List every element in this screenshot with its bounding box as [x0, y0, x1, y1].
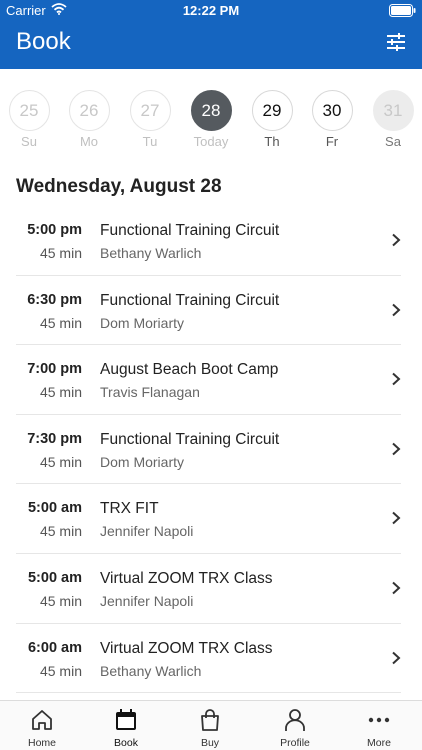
- class-name: Functional Training Circuit: [100, 222, 280, 239]
- day-number: 25: [8, 90, 50, 131]
- calendar-icon: [116, 709, 136, 730]
- class-time: 6:30 pm: [27, 291, 82, 308]
- status-bar: Carrier 12:22 PM: [0, 0, 422, 20]
- day-label: Tu: [142, 134, 158, 149]
- class-list: 5:00 pm 45 min Functional Training Circuit…: [0, 206, 422, 694]
- class-duration: 45 min: [39, 662, 82, 679]
- day-number: 26: [68, 90, 110, 131]
- day-number: 30: [311, 90, 353, 131]
- class-instructor: Bethany Warlich: [100, 662, 202, 679]
- day-th[interactable]: 29 Th: [249, 88, 295, 149]
- day-mo[interactable]: 26 Mo: [66, 88, 112, 149]
- class-time: 7:00 pm: [27, 361, 82, 378]
- tab-more[interactable]: More: [337, 707, 421, 749]
- class-time: 5:00 am: [27, 500, 82, 517]
- class-time: 5:00 pm: [27, 222, 82, 238]
- app-header: Carrier 12:22 PM Book: [0, 0, 422, 69]
- class-name: August Beach Boot Camp: [100, 361, 279, 379]
- day-label: Su: [21, 134, 37, 149]
- class-name: Virtual ZOOM TRX Class: [100, 569, 273, 587]
- day-number: 28: [190, 90, 232, 131]
- chevron-right-icon: [392, 442, 401, 456]
- tab-label: Book: [114, 737, 138, 749]
- tab-label: Buy: [200, 737, 220, 749]
- class-time: 7:30 pm: [27, 430, 82, 447]
- class-instructor: Dom Moriarty: [100, 314, 185, 331]
- day-label: Fr: [325, 134, 339, 149]
- class-duration: 45 min: [39, 245, 82, 261]
- class-instructor: Travis Flanagan: [100, 384, 200, 401]
- class-duration: 45 min: [39, 314, 82, 331]
- day-su[interactable]: 25 Su: [6, 88, 52, 149]
- day-number: 29: [251, 90, 293, 131]
- more-dots-icon: [368, 717, 390, 723]
- date-heading: Wednesday, August 28: [16, 176, 222, 197]
- class-row[interactable]: 5:00 pm 45 min Functional Training Circuit…: [16, 206, 401, 276]
- chevron-right-icon: [392, 233, 401, 247]
- day-label: Sa: [385, 134, 401, 149]
- chevron-right-icon: [392, 581, 401, 595]
- person-icon: [285, 709, 305, 731]
- week-selector: 25 Su 26 Mo 27 Tu 28 Today 29 Th 30 Fr 31 Sa: [0, 88, 422, 154]
- class-instructor: Jennifer Napoli: [100, 523, 194, 540]
- class-name: Functional Training Circuit: [100, 430, 280, 448]
- class-instructor: Bethany Warlich: [100, 245, 202, 261]
- class-instructor: Dom Moriarty: [100, 453, 185, 470]
- day-label: Mo: [79, 134, 99, 149]
- class-row[interactable]: 6:30 pm 45 min Functional Training Circuit…: [16, 276, 401, 346]
- class-duration: 45 min: [39, 453, 82, 470]
- day-today[interactable]: 28 Today: [188, 88, 234, 149]
- day-number: 31: [372, 90, 414, 131]
- tab-label: Home: [27, 737, 56, 749]
- class-name: Virtual ZOOM TRX Class: [100, 639, 273, 657]
- class-instructor: Jennifer Napoli: [100, 592, 194, 609]
- home-icon: [32, 710, 52, 730]
- tab-home[interactable]: Home: [0, 707, 84, 749]
- class-time: 6:00 am: [27, 639, 82, 656]
- class-name: Functional Training Circuit: [100, 291, 280, 309]
- class-time: 5:00 am: [27, 569, 82, 586]
- tab-label: More: [367, 737, 391, 749]
- page-title: Book: [16, 28, 71, 55]
- tab-bar: Home Book Buy Profile More: [0, 700, 422, 750]
- tab-profile[interactable]: Profile: [253, 707, 337, 749]
- chevron-right-icon: [392, 512, 401, 525]
- class-row[interactable]: 5:00 am 45 min Virtual ZOOM TRX Class Jenni…: [16, 554, 401, 624]
- class-row[interactable]: 5:00 am 45 min TRX FIT Jennifer Napoli: [16, 484, 401, 554]
- day-tu[interactable]: 27 Tu: [127, 88, 173, 149]
- battery-icon: [389, 4, 416, 17]
- class-row[interactable]: 7:30 pm 45 min Functional Training Circuit…: [16, 415, 401, 485]
- day-number: 27: [129, 90, 171, 131]
- sliders-icon[interactable]: [384, 30, 408, 54]
- shopping-bag-icon: [201, 709, 219, 731]
- class-duration: 45 min: [39, 384, 82, 401]
- chevron-right-icon: [392, 372, 401, 386]
- tab-book[interactable]: Book: [84, 707, 168, 749]
- tab-label: Profile: [280, 737, 310, 749]
- tab-buy[interactable]: Buy: [168, 707, 252, 749]
- day-fr[interactable]: 30 Fr: [309, 88, 355, 149]
- class-name: TRX FIT: [100, 500, 159, 518]
- clock: 12:22 PM: [182, 3, 240, 18]
- class-row[interactable]: 6:00 am 45 min Virtual ZOOM TRX Class Betha…: [16, 624, 401, 694]
- class-duration: 45 min: [39, 592, 82, 609]
- day-label: Today: [193, 134, 229, 149]
- day-sa: 31 Sa: [370, 88, 416, 149]
- chevron-right-icon: [392, 303, 401, 316]
- day-label: Th: [264, 134, 280, 149]
- class-row[interactable]: 7:00 pm 45 min August Beach Boot Camp Travi…: [16, 345, 401, 415]
- class-duration: 45 min: [39, 523, 82, 540]
- chevron-right-icon: [392, 651, 401, 664]
